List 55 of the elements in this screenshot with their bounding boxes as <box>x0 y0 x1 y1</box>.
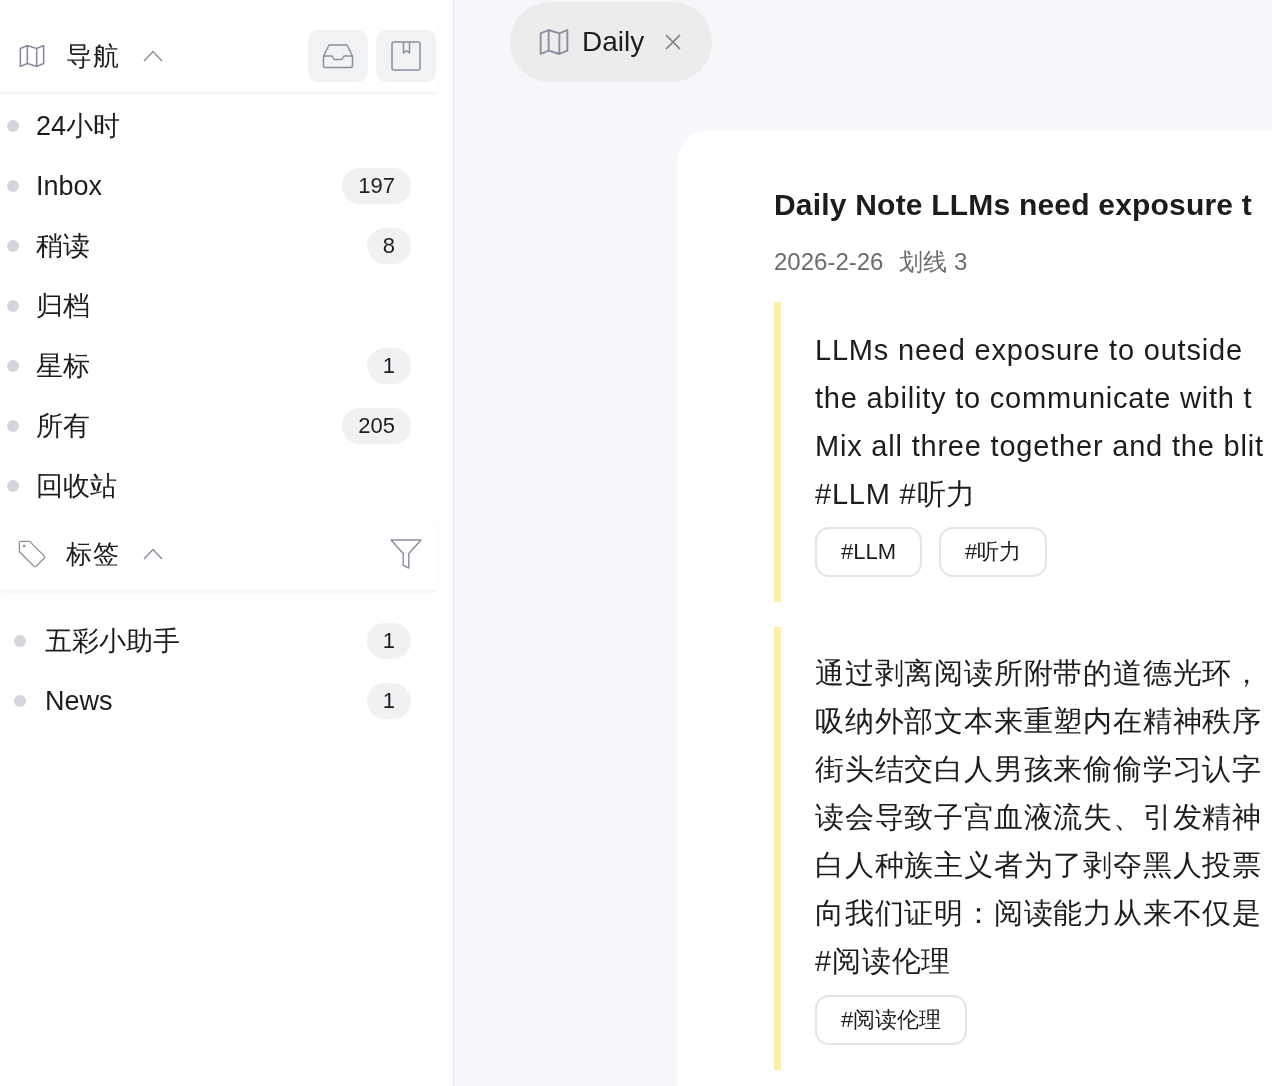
nav-item-label[interactable]: Inbox <box>36 170 103 202</box>
nav-item-label[interactable]: 24小时 <box>36 108 121 144</box>
section-title: 标签 <box>66 537 119 571</box>
highlight-text-line: 向我们证明：阅读能力从来不仅是 <box>815 896 1262 931</box>
tag-item-label[interactable]: News <box>45 685 113 717</box>
tag-chip[interactable]: #阅读伦理 <box>815 995 968 1045</box>
inbox-tray-icon <box>322 43 354 69</box>
bookmark-square-icon <box>391 41 421 71</box>
bullet-icon <box>7 300 19 312</box>
nav-item-label[interactable]: 回收站 <box>36 468 117 504</box>
map-icon <box>538 26 570 58</box>
nav-item-label[interactable]: 所有 <box>36 408 90 444</box>
close-icon[interactable] <box>664 33 683 51</box>
highlight-text-line: LLMs need exposure to outside <box>815 333 1244 368</box>
highlight-text-line: #阅读伦理 <box>815 944 953 979</box>
highlight-text-line: 通过剥离阅读所附带的道德光环， <box>815 656 1262 691</box>
highlight-text-line: 读会导致子宫血液流失、引发精神 <box>815 800 1262 835</box>
bullet-icon <box>7 480 19 492</box>
highlight-text-line: #LLM #听力 <box>815 477 978 512</box>
filter-icon[interactable] <box>390 539 422 569</box>
note-date: 2026-2-26 <box>774 250 884 274</box>
highlight-text-line: Mix all three together and the blit <box>815 429 1264 464</box>
bookmark-button[interactable] <box>376 30 436 82</box>
nav-item-label[interactable]: 稍读 <box>36 228 90 264</box>
count-badge: 1 <box>366 683 411 719</box>
tag-chip[interactable]: #听力 <box>939 527 1048 577</box>
highlight-text-line: the ability to communicate with t <box>815 381 1254 416</box>
highlight-count: 划线 3 <box>899 250 968 274</box>
section-title: 导航 <box>66 39 119 73</box>
tag-icon <box>18 540 46 568</box>
highlight-text-line: 街头结交白人男孩来偷偷学习认字 <box>815 752 1262 787</box>
count-badge: 8 <box>366 228 411 264</box>
chevron-up-icon[interactable] <box>143 50 163 62</box>
bullet-icon <box>14 695 26 707</box>
chevron-up-icon[interactable] <box>143 548 163 560</box>
inbox-button[interactable] <box>308 30 368 82</box>
note-title: Daily Note LLMs need exposure t <box>774 187 1253 223</box>
tag-chip[interactable]: #LLM <box>815 527 923 577</box>
tag-item-label[interactable]: 五彩小助手 <box>45 623 180 659</box>
highlight-text-line: 白人种族主义者为了剥夺黑人投票 <box>815 848 1262 883</box>
bullet-icon <box>7 240 19 252</box>
bullet-icon <box>7 120 19 132</box>
map-icon <box>18 42 46 70</box>
highlight-text-line: 吸纳外部文本来重塑内在精神秩序 <box>815 704 1262 739</box>
bullet-icon <box>7 180 19 192</box>
count-badge: 205 <box>342 408 411 444</box>
nav-item-label[interactable]: 归档 <box>36 288 90 324</box>
bullet-icon <box>7 420 19 432</box>
nav-item-label[interactable]: 星标 <box>36 348 90 384</box>
bullet-icon <box>7 360 19 372</box>
bullet-icon <box>14 635 26 647</box>
count-badge: 197 <box>342 168 411 204</box>
count-badge: 1 <box>366 348 411 384</box>
count-badge: 1 <box>366 623 411 659</box>
tab[interactable]: Daily <box>510 2 713 82</box>
